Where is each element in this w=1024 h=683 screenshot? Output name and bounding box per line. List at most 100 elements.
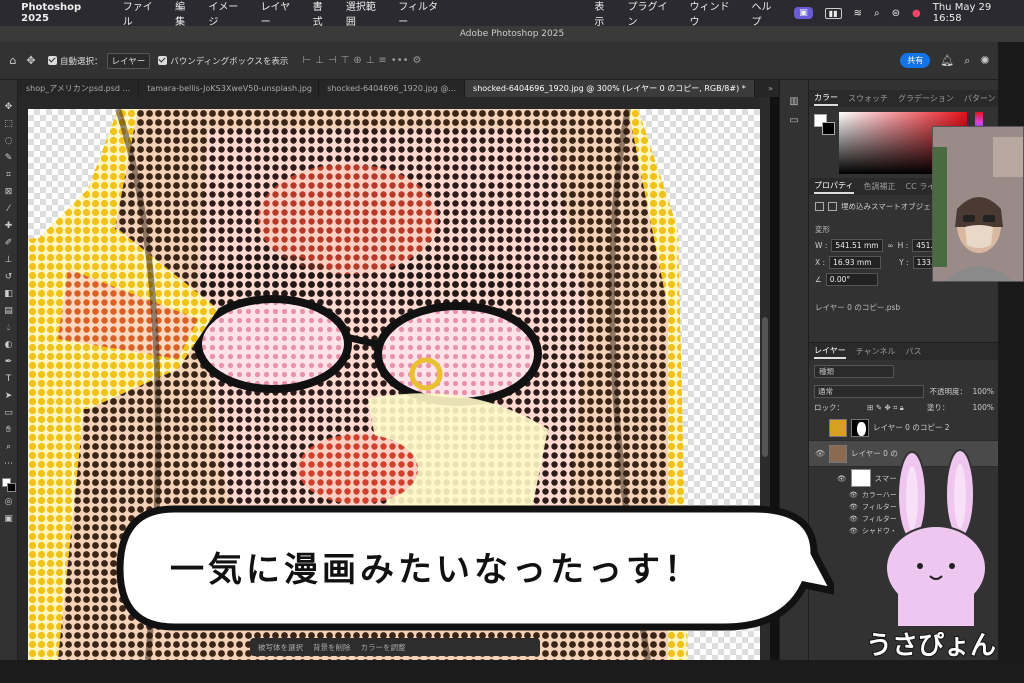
- tab-cc-libraries[interactable]: CC ライ: [906, 181, 936, 192]
- adjust-color-button[interactable]: カラーを調整: [361, 642, 406, 653]
- lasso-icon[interactable]: ◌: [2, 134, 16, 148]
- comments-panel-icon[interactable]: ▭: [789, 115, 798, 126]
- zoom-icon[interactable]: ⌕: [2, 440, 16, 454]
- menu-layer[interactable]: レイヤー: [261, 0, 299, 28]
- tab-color[interactable]: カラー: [814, 92, 838, 106]
- auto-select-checkbox[interactable]: [48, 56, 57, 65]
- share-button[interactable]: 共有: [900, 53, 931, 68]
- eraser-icon[interactable]: ◧: [2, 287, 16, 301]
- settings-gear-icon[interactable]: ⚙: [413, 55, 422, 66]
- tab-shocked-active[interactable]: shocked-6404696_1920.jpg @ 300% (レイヤー 0 …: [465, 80, 755, 97]
- align-left-icon[interactable]: ⊢: [302, 55, 311, 66]
- layer-mask-thumbnail[interactable]: [851, 418, 869, 437]
- dodge-icon[interactable]: ◐: [2, 338, 16, 352]
- brush-icon[interactable]: ✐: [2, 236, 16, 250]
- eye-icon[interactable]: 👁︎: [849, 515, 858, 523]
- eyedropper-icon[interactable]: ⁄: [2, 202, 16, 216]
- remove-background-button[interactable]: 背景を削除: [313, 642, 351, 653]
- tab-paths[interactable]: パス: [906, 346, 922, 357]
- blur-icon[interactable]: 💧︎: [2, 321, 16, 335]
- frame-icon[interactable]: ⊠: [2, 185, 16, 199]
- tab-layers[interactable]: レイヤー: [814, 345, 846, 359]
- quick-mask-icon[interactable]: ◎: [2, 495, 16, 509]
- select-subject-button[interactable]: 被写体を選択: [258, 642, 303, 653]
- more-tools-icon[interactable]: ⋯: [2, 457, 16, 471]
- align-center-icon[interactable]: ⊥: [315, 55, 324, 66]
- distribute-icon[interactable]: ≡: [378, 55, 386, 66]
- quick-select-icon[interactable]: ✎: [2, 151, 16, 165]
- pen-icon[interactable]: ✒: [2, 355, 16, 369]
- menu-plugins[interactable]: プラグイン: [628, 0, 676, 28]
- align-top-icon[interactable]: ⊤: [341, 55, 350, 66]
- history-brush-icon[interactable]: ↺: [2, 270, 16, 284]
- menu-select[interactable]: 選択範囲: [346, 0, 384, 28]
- move-tool-icon[interactable]: ✥: [22, 52, 40, 70]
- siri-icon[interactable]: ●: [912, 8, 921, 19]
- lock-icons[interactable]: ⊞ ✎ ✥ ⌗ 🔒︎: [867, 403, 904, 413]
- history-panel-icon[interactable]: ▥: [789, 96, 798, 107]
- tab-shop-american[interactable]: shop_アメリカンpsd.psd ...: [18, 80, 140, 97]
- fg-bg-color-swatch[interactable]: [1, 478, 16, 492]
- menu-window[interactable]: ウィンドウ: [690, 0, 738, 28]
- tab-gradients[interactable]: グラデーション: [898, 93, 954, 104]
- eye-icon[interactable]: 👁︎: [849, 503, 858, 511]
- crop-icon[interactable]: ⌗: [2, 168, 16, 182]
- wifi-icon[interactable]: ≋: [854, 8, 862, 19]
- screen-share-icon[interactable]: ▣: [794, 7, 813, 19]
- tab-patterns[interactable]: パターン: [964, 93, 996, 104]
- move-icon[interactable]: ✥: [2, 100, 16, 114]
- angle-field[interactable]: 0.00°: [825, 273, 878, 286]
- align-right-icon[interactable]: ⊣: [328, 55, 337, 66]
- healing-brush-icon[interactable]: ✚: [2, 219, 16, 233]
- align-bottom-icon[interactable]: ⊥: [366, 55, 375, 66]
- tab-shocked-1[interactable]: shocked-6404696_1920.jpg @...: [319, 80, 466, 97]
- bell-icon[interactable]: 🔔︎: [940, 54, 954, 68]
- eye-icon[interactable]: 👁︎: [849, 491, 858, 499]
- type-icon[interactable]: T: [2, 372, 16, 386]
- tab-tamara-bellis[interactable]: tamara-bellis-JoKS3XweV50-unsplash.jpg: [139, 80, 320, 97]
- stamp-icon[interactable]: ⊥: [2, 253, 16, 267]
- marquee-icon[interactable]: ⬚: [2, 117, 16, 131]
- search-panel-icon[interactable]: ⌕: [964, 54, 970, 68]
- menu-help[interactable]: ヘルプ: [751, 0, 780, 28]
- tab-channels[interactable]: チャンネル: [856, 346, 896, 357]
- menu-file[interactable]: ファイル: [123, 0, 161, 28]
- menu-image[interactable]: イメージ: [208, 0, 246, 28]
- screen-mode-icon[interactable]: ▣: [2, 512, 16, 526]
- smart-filter-mask[interactable]: [850, 469, 871, 487]
- blend-mode-dropdown[interactable]: 通常: [814, 385, 924, 398]
- eye-icon[interactable]: 👁︎: [815, 449, 825, 458]
- search-icon[interactable]: ⌕: [874, 8, 880, 19]
- menu-filter[interactable]: フィルター: [398, 0, 446, 28]
- tab-adjustments[interactable]: 色調補正: [864, 181, 896, 192]
- hand-icon[interactable]: ✋︎: [2, 423, 16, 437]
- menu-view[interactable]: 表示: [594, 0, 613, 28]
- layer-filter-kind[interactable]: 種類: [814, 365, 894, 378]
- eye-icon[interactable]: 👁︎: [837, 474, 847, 483]
- fill-field[interactable]: 100%: [973, 403, 994, 412]
- control-center-icon[interactable]: ⊜: [892, 8, 900, 19]
- opacity-field[interactable]: 100%: [973, 387, 994, 396]
- x-field[interactable]: 16.93 mm: [829, 256, 882, 269]
- width-field[interactable]: 541.51 mm: [831, 239, 884, 252]
- rectangle-icon[interactable]: ▭: [2, 406, 16, 420]
- link-icon[interactable]: ∞: [887, 241, 893, 250]
- bbox-checkbox[interactable]: [158, 56, 168, 65]
- color-fg-bg[interactable]: [814, 114, 836, 136]
- tabs-overflow-icon[interactable]: »: [762, 80, 779, 97]
- scrollbar-thumb[interactable]: [762, 317, 768, 457]
- gradient-icon[interactable]: ▤: [2, 304, 16, 318]
- home-icon[interactable]: ⌂: [4, 52, 22, 70]
- tab-swatches[interactable]: スウォッチ: [848, 93, 888, 104]
- menu-edit[interactable]: 編集: [175, 0, 194, 28]
- tab-properties[interactable]: プロパティ: [814, 180, 854, 194]
- auto-select-dropdown[interactable]: レイヤー: [106, 52, 151, 69]
- eye-icon[interactable]: 👁︎: [849, 527, 858, 535]
- menu-app-name[interactable]: Photoshop 2025: [21, 2, 109, 24]
- menubar-clock[interactable]: Thu May 29 16:58: [933, 2, 1014, 24]
- more-options-icon[interactable]: •••: [391, 55, 409, 66]
- layer-row-copy-2[interactable]: レイヤー 0 のコピー 2: [809, 415, 999, 441]
- battery-icon[interactable]: ▮▮: [824, 7, 842, 19]
- path-select-icon[interactable]: ➤: [2, 389, 16, 403]
- discover-icon[interactable]: ✺: [980, 54, 989, 68]
